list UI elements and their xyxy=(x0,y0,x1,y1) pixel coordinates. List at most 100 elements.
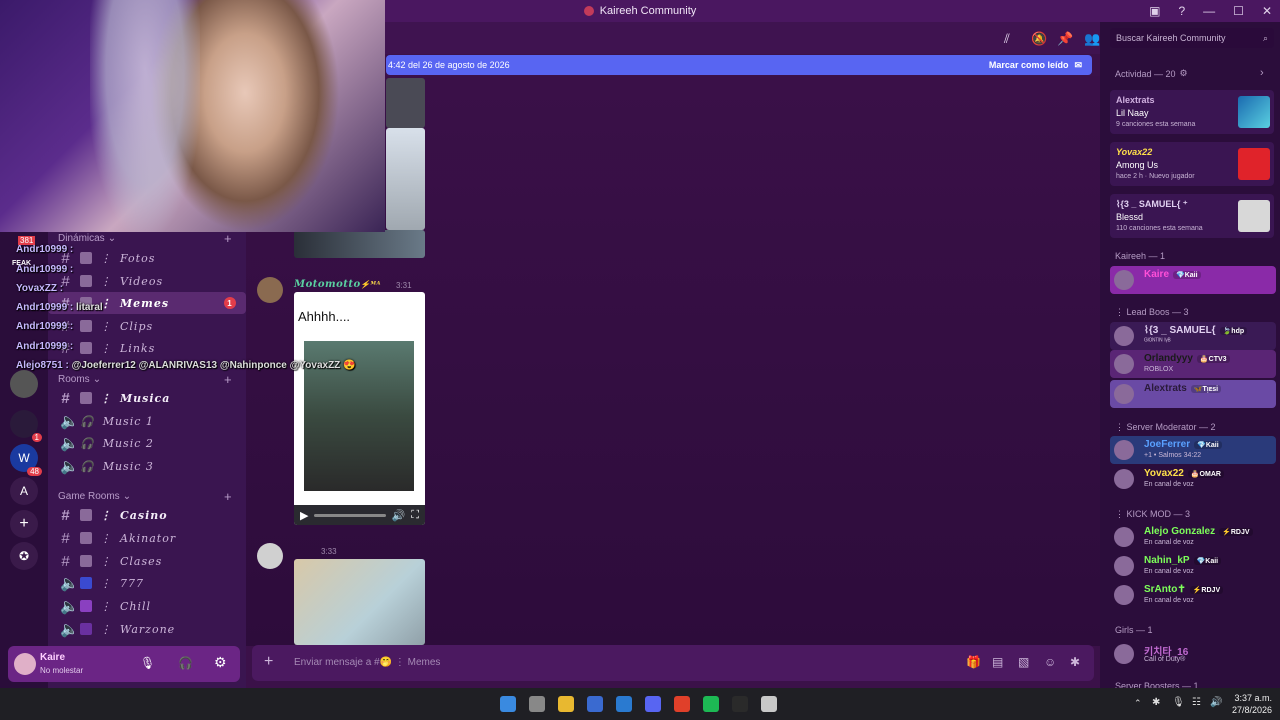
message-author[interactable]: Motomotto xyxy=(294,279,361,290)
store-icon[interactable] xyxy=(587,696,603,712)
pin-icon[interactable]: 📌 xyxy=(1057,31,1073,47)
microphone-icon[interactable]: 🎙 xyxy=(140,656,155,670)
category-rooms[interactable]: Rooms ⌄ xyxy=(58,374,101,385)
category-dinamicas[interactable]: Dinámicas ⌄ xyxy=(58,233,116,244)
channel-links[interactable]: # ⋮ Links xyxy=(48,337,246,359)
spotify-icon[interactable] xyxy=(703,696,719,712)
minimize-button[interactable]: — xyxy=(1203,4,1215,18)
member-status: En canal de voz xyxy=(1144,481,1194,488)
compass-icon[interactable]: ✪ xyxy=(10,542,38,570)
volume-icon[interactable]: 🔊 xyxy=(1210,697,1222,708)
server-icon[interactable]: 1 xyxy=(10,410,42,442)
bell-off-icon[interactable]: 🔕 xyxy=(1031,31,1047,47)
voice-music-3[interactable]: 🔈 🎧 Music 3 xyxy=(48,455,246,477)
nvim-icon[interactable] xyxy=(732,696,748,712)
add-channel-icon[interactable]: + xyxy=(224,489,232,504)
server-icon[interactable]: W 48 xyxy=(10,444,42,476)
sticker-icon[interactable]: ▧ xyxy=(1018,655,1029,669)
server-icon[interactable] xyxy=(10,370,38,398)
activity-card[interactable]: Yovax22 Among Us hace 2 h · Nuevo jugado… xyxy=(1110,142,1274,186)
voice-warzone[interactable]: 🔈 ⋮ Warzone xyxy=(48,618,246,640)
member-item[interactable]: Alejo Gonzalez ⚡RDJV En canal de voz xyxy=(1110,523,1276,551)
upload-plus-icon[interactable]: + xyxy=(264,653,273,671)
member-group-header: ⋮ Server Moderator — 2 xyxy=(1115,422,1216,432)
tray-chevron-icon[interactable]: ⌃ xyxy=(1134,698,1142,709)
member-item[interactable]: Alextrats 🦋Tᴉᴇsi xyxy=(1110,380,1276,408)
image-attachment[interactable] xyxy=(294,230,425,258)
inbox-icon[interactable]: ▣ xyxy=(1149,4,1160,18)
avatar[interactable] xyxy=(14,653,36,675)
role-tag: ⚡RDJV xyxy=(1189,585,1224,594)
chevron-right-icon[interactable]: › xyxy=(1260,67,1264,79)
avatar[interactable] xyxy=(257,543,283,569)
mark-read-icon[interactable]: ✉ xyxy=(1074,60,1082,71)
bluetooth-icon[interactable]: ✱ xyxy=(1152,697,1160,708)
play-icon[interactable]: ▶ xyxy=(300,509,308,522)
brave-icon[interactable] xyxy=(674,696,690,712)
folder-icon[interactable] xyxy=(558,696,574,712)
gift-icon[interactable]: 🎁 xyxy=(966,655,981,669)
file-explorer-icon[interactable] xyxy=(529,696,545,712)
headphones-icon[interactable]: 🎧 xyxy=(178,656,193,670)
fullscreen-icon[interactable]: ⛶ xyxy=(411,509,419,522)
channel-clases[interactable]: # ⋮ Clases xyxy=(48,550,246,572)
activity-card[interactable]: Alextrats Lil Naay 9 canciones esta sema… xyxy=(1110,90,1274,134)
close-button[interactable]: ✕ xyxy=(1262,4,1272,18)
video-attachment[interactable] xyxy=(294,559,425,645)
member-item[interactable]: Yovax22 🎂OMAR En canal de voz xyxy=(1110,465,1276,493)
channel-fotos[interactable]: # ⋮ Fotos xyxy=(48,247,246,269)
network-icon[interactable]: ☷ xyxy=(1192,697,1201,708)
mark-read-label[interactable]: Marcar como leído xyxy=(989,60,1069,70)
clock-date[interactable]: 27/8/2026 xyxy=(1230,705,1272,715)
mic-icon[interactable]: 🎙 xyxy=(1172,697,1185,708)
discord-icon[interactable] xyxy=(645,696,661,712)
clock-time[interactable]: 3:37 a.m. xyxy=(1232,693,1272,703)
overlay-chat-user: Andr10999 : xyxy=(16,341,74,352)
members-icon[interactable]: 👥 xyxy=(1084,31,1100,47)
channel-clips[interactable]: # ⋮ Clips xyxy=(48,315,246,337)
member-item[interactable]: Orlandyyy 🎂CTV3 ROBLOX xyxy=(1110,350,1276,378)
channel-musica[interactable]: # ⋮ Musica xyxy=(48,387,246,409)
help-icon[interactable]: ? xyxy=(1178,4,1185,18)
server-letter-icon[interactable]: A xyxy=(10,477,38,505)
maximize-button[interactable]: ☐ xyxy=(1233,4,1244,18)
member-item[interactable]: SrAnto✝ ⚡RDJV En canal de voz xyxy=(1110,581,1276,609)
video-progress[interactable] xyxy=(314,513,386,517)
emoji-icon[interactable]: ☺ xyxy=(1044,655,1056,669)
apps-icon[interactable]: ✱ xyxy=(1070,655,1080,669)
edge-icon[interactable] xyxy=(616,696,632,712)
channel-videos[interactable]: # ⋮ Videos xyxy=(48,270,246,292)
steam-icon[interactable] xyxy=(761,696,777,712)
volume-icon[interactable]: 🔊 xyxy=(392,509,406,522)
voice-777[interactable]: 🔈 ⋮ 777 xyxy=(48,572,246,594)
video-attachment[interactable]: Ahhhh.... ▶ 🔊 ⛶ xyxy=(294,292,425,525)
member-item[interactable]: Nahin_kP 💎Kaii En canal de voz xyxy=(1110,552,1276,580)
member-item[interactable]: 키치타_16 Call of Duty® xyxy=(1110,640,1276,668)
activity-card[interactable]: ⌇{3 _ SAMUEL{ ⁺ Blessd 110 canciones est… xyxy=(1110,194,1274,238)
windows-start-icon[interactable] xyxy=(500,696,516,712)
member-item[interactable]: ⌇{3 _ SAMUEL{🍃hdp ᴳᴵᴼᴺᵀᴵᴺ ᴵᵞᴮ xyxy=(1110,322,1276,350)
search-input[interactable]: Buscar Kaireeh Community ⌕ xyxy=(1110,28,1274,48)
settings-gear-icon[interactable]: ⚙ xyxy=(214,654,227,671)
avatar[interactable] xyxy=(257,277,283,303)
chair-shape xyxy=(90,0,200,232)
image-attachment[interactable] xyxy=(386,78,425,128)
category-game-rooms[interactable]: Game Rooms ⌄ xyxy=(58,491,131,502)
new-messages-date: 4:42 del 26 de agosto de 2026 xyxy=(388,60,510,70)
voice-chill[interactable]: 🔈 ⋮ Chill xyxy=(48,595,246,617)
add-channel-icon[interactable]: + xyxy=(224,372,232,387)
new-messages-bar[interactable]: 4:42 del 26 de agosto de 2026 Marcar com… xyxy=(386,55,1092,75)
channel-akinator[interactable]: # ⋮ Akinator xyxy=(48,527,246,549)
voice-music-1[interactable]: 🔈 🎧 Music 1 xyxy=(48,410,246,432)
threads-icon[interactable]: ⫽ xyxy=(1004,31,1010,47)
message-composer[interactable]: + Enviar mensaje a #🤭 ⋮ Memes 🎁 ▤ ▧ ☺ ✱ xyxy=(252,645,1094,681)
message-input[interactable]: Enviar mensaje a #🤭 ⋮ Memes xyxy=(294,657,440,668)
channel-casino[interactable]: # ⋮ Casino xyxy=(48,504,246,526)
gif-icon[interactable]: ▤ xyxy=(992,655,1003,669)
image-attachment[interactable] xyxy=(386,128,425,230)
voice-music-2[interactable]: 🔈 🎧 Music 2 xyxy=(48,432,246,454)
member-item[interactable]: Kaire 💎Kaii xyxy=(1110,266,1276,294)
add-channel-icon[interactable]: + xyxy=(224,231,232,246)
member-item[interactable]: JoeFerrer 💎Kaii +1 • Salmos 34:22 xyxy=(1110,436,1276,464)
add-server-icon[interactable]: + xyxy=(10,510,38,538)
